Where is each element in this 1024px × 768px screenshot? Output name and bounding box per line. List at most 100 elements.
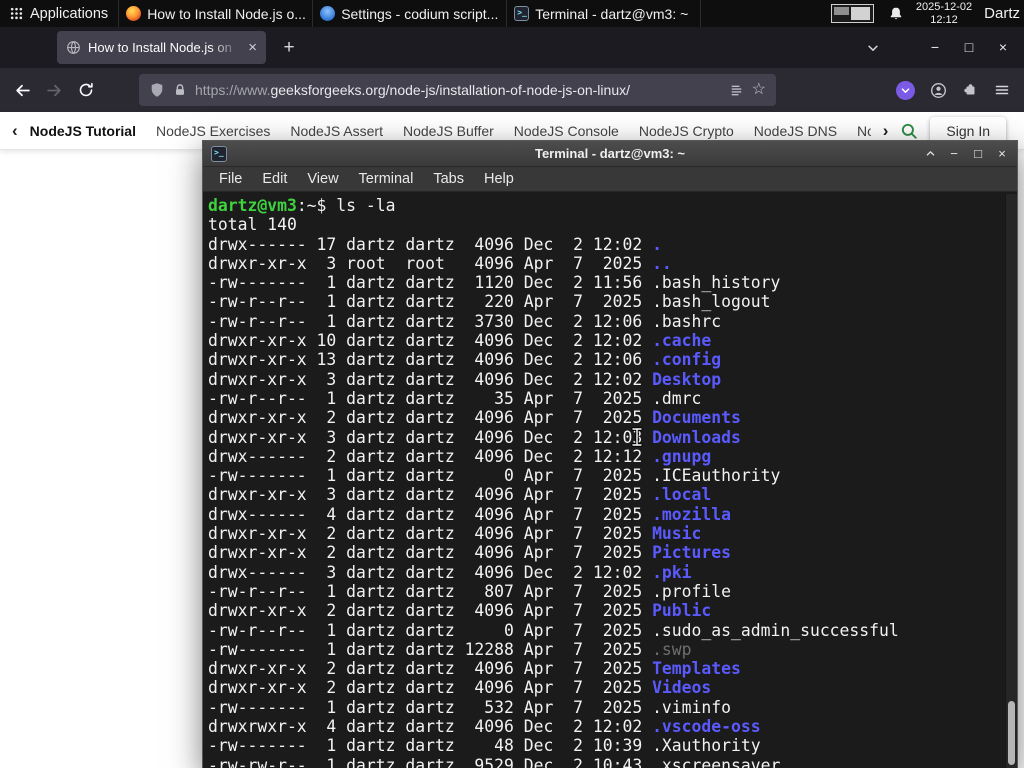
nav-item-nodejs-exercises[interactable]: NodeJS Exercises	[156, 123, 270, 139]
ls-row: drwxr-xr-x 2 dartz dartz 4096 Apr 7 2025…	[208, 543, 1017, 562]
terminal-close-button[interactable]: ×	[995, 141, 1009, 167]
taskbar-button-firefox[interactable]: How to Install Node.js o...	[119, 0, 314, 27]
prompt-user-host: dartz@vm3	[208, 196, 297, 215]
panel-spacer	[701, 0, 831, 27]
ls-row-name: .mozilla	[652, 504, 732, 524]
lock-icon[interactable]	[173, 83, 187, 97]
nav-item-node[interactable]: Node	[857, 123, 871, 139]
ls-row: drwxrwxr-x 4 dartz dartz 4096 Dec 2 12:0…	[208, 717, 1017, 736]
nav-scroll-right-chevron[interactable]: ›	[883, 122, 889, 139]
nav-item-nodejs-buffer[interactable]: NodeJS Buffer	[403, 123, 494, 139]
ls-row-meta: -rw------- 1 dartz dartz 48 Dec 2 10:39	[208, 736, 653, 756]
clock-date: 2025-12-02	[915, 1, 973, 13]
user-menu[interactable]: Dartz	[984, 5, 1020, 22]
ls-row-name: .swp	[652, 639, 692, 659]
terminal-maximize-button[interactable]: □	[971, 141, 985, 167]
ls-row: -rw-r--r-- 1 dartz dartz 0 Apr 7 2025 .s…	[208, 621, 1017, 640]
top-panel: Applications How to Install Node.js o...…	[0, 0, 1024, 27]
terminal-shade-button[interactable]	[923, 148, 937, 159]
menu-help[interactable]: Help	[474, 171, 524, 187]
ls-row-meta: drwx------ 2 dartz dartz 4096 Dec 2 12:1…	[208, 446, 653, 466]
notification-bell-icon[interactable]	[888, 6, 904, 22]
refresh-button[interactable]	[70, 74, 102, 106]
taskbar-title: How to Install Node.js o...	[147, 5, 306, 22]
prompt-line: dartz@vm3:~$ ls -la	[208, 196, 1017, 215]
url-bar[interactable]: https://www.geeksforgeeks.org/node-js/in…	[139, 74, 776, 106]
back-button[interactable]	[6, 74, 38, 106]
reader-mode-icon[interactable]	[729, 83, 744, 98]
ls-row: drwxr-xr-x 2 dartz dartz 4096 Apr 7 2025…	[208, 408, 1017, 427]
ls-row-name: .sudo_as_admin_successful	[652, 620, 899, 640]
ls-row: -rw------- 1 dartz dartz 532 Apr 7 2025 …	[208, 698, 1017, 717]
workspace-switcher[interactable]	[830, 4, 874, 23]
nav-item-nodejs-console[interactable]: NodeJS Console	[514, 123, 619, 139]
window-controls: − □ ×	[918, 27, 1020, 68]
list-all-tabs-button[interactable]	[866, 41, 880, 55]
window-close-button[interactable]: ×	[986, 27, 1020, 68]
ls-row-name: .profile	[652, 581, 732, 601]
gfg-nav-items: NodeJS Tutorial NodeJS Exercises NodeJS As…	[30, 123, 871, 139]
ls-row-meta: -rw-r--r-- 1 dartz dartz 35 Apr 7 2025	[208, 388, 653, 408]
applications-menu-button[interactable]: Applications	[0, 0, 120, 27]
taskbar-button-settings[interactable]: Settings - codium script...	[313, 0, 508, 27]
tab-close-icon[interactable]: ×	[248, 40, 257, 55]
scrollbar-thumb[interactable]	[1008, 701, 1015, 765]
ls-row-name: .ICEauthority	[652, 466, 781, 486]
new-tab-button[interactable]: +	[274, 33, 304, 63]
ls-row-meta: drwx------ 4 dartz dartz 4096 Apr 7 2025	[208, 504, 653, 524]
hamburger-icon	[995, 85, 1009, 95]
window-maximize-button[interactable]: □	[952, 27, 986, 68]
nav-item-nodejs-tutorial[interactable]: NodeJS Tutorial	[30, 123, 136, 139]
ls-row-name: .config	[652, 350, 722, 370]
ls-row: drwxr-xr-x 13 dartz dartz 4096 Dec 2 12:…	[208, 350, 1017, 369]
menu-edit[interactable]: Edit	[252, 171, 297, 187]
prompt-path: :~$	[296, 196, 337, 215]
terminal-window-controls: − □ ×	[923, 141, 1009, 167]
ls-row: drwxr-xr-x 2 dartz dartz 4096 Apr 7 2025…	[208, 601, 1017, 620]
nav-item-nodejs-assert[interactable]: NodeJS Assert	[290, 123, 383, 139]
ls-row-meta: drwx------ 3 dartz dartz 4096 Dec 2 12:0…	[208, 562, 653, 582]
terminal-output[interactable]: dartz@vm3:~$ ls -la total 140 drwx------ 1…	[203, 194, 1017, 768]
nav-item-nodejs-crypto[interactable]: NodeJS Crypto	[639, 123, 734, 139]
menu-tabs[interactable]: Tabs	[423, 171, 474, 187]
window-minimize-button[interactable]: −	[918, 27, 952, 68]
ls-row-meta: drwxr-xr-x 2 dartz dartz 4096 Apr 7 2025	[208, 601, 653, 621]
tab-nodejs-install[interactable]: How to Install Node.js on ×	[57, 31, 266, 64]
account-button[interactable]	[922, 74, 954, 106]
ls-row-name: Videos	[652, 678, 712, 698]
applications-label: Applications	[30, 5, 109, 22]
url-text[interactable]: https://www.geeksforgeeks.org/node-js/in…	[195, 82, 721, 98]
menu-file[interactable]: File	[209, 171, 252, 187]
desktop: Applications How to Install Node.js o...…	[0, 0, 1024, 768]
menu-terminal[interactable]: Terminal	[349, 171, 424, 187]
app-menu-button[interactable]	[986, 74, 1018, 106]
ls-row-meta: drwxr-xr-x 3 root root 4096 Apr 7 2025	[208, 253, 653, 273]
terminal-scrollbar[interactable]	[1005, 194, 1017, 768]
terminal-menubar: File Edit View Terminal Tabs Help	[203, 167, 1017, 192]
chevron-down-icon	[868, 45, 878, 51]
search-icon[interactable]	[900, 122, 918, 140]
terminal-window: Terminal - dartz@vm3: ~ − □ × FileEditVi…	[202, 140, 1018, 768]
taskbar-button-terminal[interactable]: Terminal - dartz@vm3: ~	[507, 0, 702, 27]
extensions-button[interactable]	[954, 74, 986, 106]
terminal-minimize-button[interactable]: −	[947, 141, 961, 167]
ls-row-meta: -rw-r--r-- 1 dartz dartz 220 Apr 7 2025	[208, 292, 653, 312]
ls-row-name: Documents	[652, 408, 741, 428]
ls-row: drwx------ 2 dartz dartz 4096 Dec 2 12:1…	[208, 447, 1017, 466]
firefox-icon	[126, 6, 142, 21]
clock[interactable]: 2025-12-02 12:12	[916, 1, 972, 26]
url-host-path: geeksforgeeks.org/node-js/installation-o…	[270, 82, 630, 98]
ls-row-name: ..	[652, 253, 672, 273]
nav-scroll-left-chevron[interactable]: ‹	[12, 122, 18, 139]
ls-row-name: Downloads	[652, 427, 741, 447]
bookmark-star-icon[interactable]: ☆	[752, 82, 766, 98]
ls-row-meta: -rw------- 1 dartz dartz 0 Apr 7 2025	[208, 466, 653, 486]
ls-row: drwxr-xr-x 10 dartz dartz 4096 Dec 2 12:…	[208, 331, 1017, 350]
nav-item-nodejs-dns[interactable]: NodeJS DNS	[754, 123, 837, 139]
menu-view[interactable]: View	[297, 171, 348, 187]
ls-row: drwxr-xr-x 3 dartz dartz 4096 Apr 7 2025…	[208, 485, 1017, 504]
terminal-titlebar[interactable]: Terminal - dartz@vm3: ~ − □ ×	[203, 141, 1017, 167]
pocket-icon[interactable]	[896, 80, 915, 100]
ls-row-meta: drwxr-xr-x 2 dartz dartz 4096 Apr 7 2025	[208, 678, 653, 698]
forward-button[interactable]	[38, 74, 70, 106]
